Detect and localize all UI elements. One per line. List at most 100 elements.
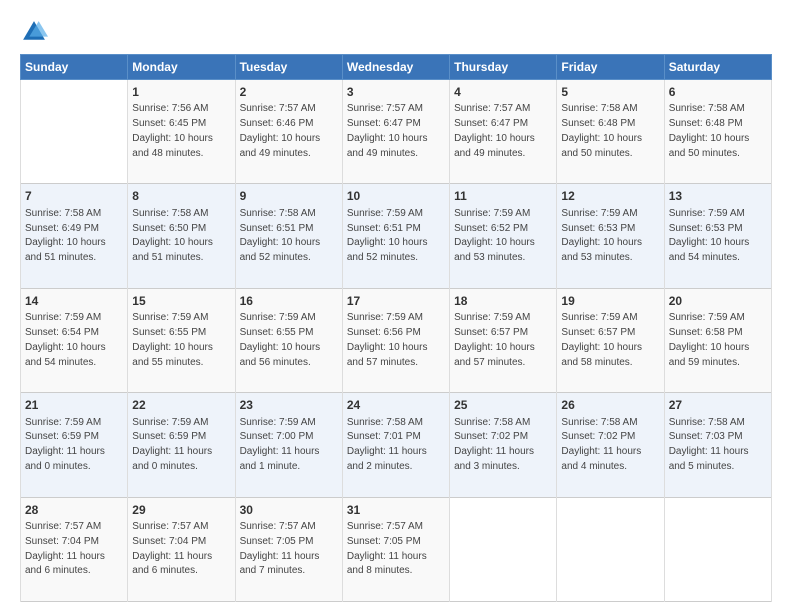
- day-number: 6: [669, 84, 767, 101]
- day-number: 21: [25, 397, 123, 414]
- day-cell: 17 Sunrise: 7:59 AM Sunset: 6:56 PM Dayli…: [342, 288, 449, 392]
- day-info: Sunrise: 7:59 AM Sunset: 6:59 PM Dayligh…: [25, 417, 105, 472]
- day-number: 31: [347, 502, 445, 519]
- header: [20, 18, 772, 46]
- day-number: 3: [347, 84, 445, 101]
- day-info: Sunrise: 7:57 AM Sunset: 7:04 PM Dayligh…: [25, 521, 105, 576]
- day-info: Sunrise: 7:57 AM Sunset: 7:05 PM Dayligh…: [240, 521, 320, 576]
- day-cell: 26 Sunrise: 7:58 AM Sunset: 7:02 PM Dayli…: [557, 393, 664, 497]
- col-header-saturday: Saturday: [664, 55, 771, 80]
- day-number: 24: [347, 397, 445, 414]
- day-number: 12: [561, 188, 659, 205]
- day-cell: 7Sunrise: 7:58 AM Sunset: 6:49 PM Daylig…: [21, 184, 128, 288]
- day-number: 25: [454, 397, 552, 414]
- col-header-sunday: Sunday: [21, 55, 128, 80]
- day-cell: 11 Sunrise: 7:59 AM Sunset: 6:52 PM Dayli…: [450, 184, 557, 288]
- day-cell: 6 Sunrise: 7:58 AM Sunset: 6:48 PM Daylig…: [664, 80, 771, 184]
- day-cell: 9Sunrise: 7:58 AM Sunset: 6:51 PM Daylig…: [235, 184, 342, 288]
- day-number: 11: [454, 188, 552, 205]
- day-number: 17: [347, 293, 445, 310]
- day-info: Sunrise: 7:57 AM Sunset: 7:04 PM Dayligh…: [132, 521, 212, 576]
- day-number: 22: [132, 397, 230, 414]
- day-cell: 15 Sunrise: 7:59 AM Sunset: 6:55 PM Dayli…: [128, 288, 235, 392]
- column-header-row: SundayMondayTuesdayWednesdayThursdayFrid…: [21, 55, 772, 80]
- day-cell: 16Sunrise: 7:59 AM Sunset: 6:55 PM Dayli…: [235, 288, 342, 392]
- day-info: Sunrise: 7:59 AM Sunset: 6:51 PM Dayligh…: [347, 208, 428, 263]
- day-info: Sunrise: 7:58 AM Sunset: 6:48 PM Dayligh…: [669, 103, 750, 158]
- day-info: Sunrise: 7:57 AM Sunset: 6:47 PM Dayligh…: [454, 103, 535, 158]
- day-info: Sunrise: 7:59 AM Sunset: 6:58 PM Dayligh…: [669, 312, 750, 367]
- logo-icon: [20, 18, 48, 46]
- day-number: 30: [240, 502, 338, 519]
- day-number: 5: [561, 84, 659, 101]
- day-cell: 28 Sunrise: 7:57 AM Sunset: 7:04 PM Dayli…: [21, 497, 128, 601]
- day-info: Sunrise: 7:58 AM Sunset: 7:03 PM Dayligh…: [669, 417, 749, 472]
- day-cell: 20 Sunrise: 7:59 AM Sunset: 6:58 PM Dayli…: [664, 288, 771, 392]
- day-number: 4: [454, 84, 552, 101]
- day-number: 28: [25, 502, 123, 519]
- day-cell: 19Sunrise: 7:59 AM Sunset: 6:57 PM Dayli…: [557, 288, 664, 392]
- day-cell: 30 Sunrise: 7:57 AM Sunset: 7:05 PM Dayli…: [235, 497, 342, 601]
- logo: [20, 18, 54, 46]
- day-cell: 25Sunrise: 7:58 AM Sunset: 7:02 PM Dayli…: [450, 393, 557, 497]
- week-row-5: 28 Sunrise: 7:57 AM Sunset: 7:04 PM Dayli…: [21, 497, 772, 601]
- day-cell: 23 Sunrise: 7:59 AM Sunset: 7:00 PM Dayli…: [235, 393, 342, 497]
- day-cell: [21, 80, 128, 184]
- day-cell: 27 Sunrise: 7:58 AM Sunset: 7:03 PM Dayli…: [664, 393, 771, 497]
- day-cell: 8 Sunrise: 7:58 AM Sunset: 6:50 PM Daylig…: [128, 184, 235, 288]
- day-number: 27: [669, 397, 767, 414]
- day-info: Sunrise: 7:57 AM Sunset: 6:47 PM Dayligh…: [347, 103, 428, 158]
- week-row-2: 7Sunrise: 7:58 AM Sunset: 6:49 PM Daylig…: [21, 184, 772, 288]
- day-cell: 3 Sunrise: 7:57 AM Sunset: 6:47 PM Daylig…: [342, 80, 449, 184]
- day-info: Sunrise: 7:59 AM Sunset: 6:55 PM Dayligh…: [132, 312, 213, 367]
- day-number: 13: [669, 188, 767, 205]
- week-row-1: 1 Sunrise: 7:56 AM Sunset: 6:45 PM Daylig…: [21, 80, 772, 184]
- page: SundayMondayTuesdayWednesdayThursdayFrid…: [0, 0, 792, 612]
- day-info: Sunrise: 7:59 AM Sunset: 7:00 PM Dayligh…: [240, 417, 320, 472]
- day-info: Sunrise: 7:58 AM Sunset: 7:02 PM Dayligh…: [561, 417, 641, 472]
- day-number: 7: [25, 188, 123, 205]
- day-info: Sunrise: 7:59 AM Sunset: 6:57 PM Dayligh…: [454, 312, 535, 367]
- day-cell: 21 Sunrise: 7:59 AM Sunset: 6:59 PM Dayli…: [21, 393, 128, 497]
- day-info: Sunrise: 7:58 AM Sunset: 7:01 PM Dayligh…: [347, 417, 427, 472]
- col-header-wednesday: Wednesday: [342, 55, 449, 80]
- day-cell: 29 Sunrise: 7:57 AM Sunset: 7:04 PM Dayli…: [128, 497, 235, 601]
- day-info: Sunrise: 7:57 AM Sunset: 7:05 PM Dayligh…: [347, 521, 427, 576]
- col-header-tuesday: Tuesday: [235, 55, 342, 80]
- day-number: 23: [240, 397, 338, 414]
- day-number: 1: [132, 84, 230, 101]
- col-header-thursday: Thursday: [450, 55, 557, 80]
- day-number: 15: [132, 293, 230, 310]
- col-header-friday: Friday: [557, 55, 664, 80]
- day-cell: 31 Sunrise: 7:57 AM Sunset: 7:05 PM Dayli…: [342, 497, 449, 601]
- day-number: 18: [454, 293, 552, 310]
- day-info: Sunrise: 7:58 AM Sunset: 6:51 PM Dayligh…: [240, 208, 321, 263]
- day-cell: 22 Sunrise: 7:59 AM Sunset: 6:59 PM Dayli…: [128, 393, 235, 497]
- day-number: 8: [132, 188, 230, 205]
- day-info: Sunrise: 7:59 AM Sunset: 6:53 PM Dayligh…: [669, 208, 750, 263]
- day-info: Sunrise: 7:59 AM Sunset: 6:56 PM Dayligh…: [347, 312, 428, 367]
- day-number: 29: [132, 502, 230, 519]
- day-info: Sunrise: 7:59 AM Sunset: 6:52 PM Dayligh…: [454, 208, 535, 263]
- day-cell: 14Sunrise: 7:59 AM Sunset: 6:54 PM Dayli…: [21, 288, 128, 392]
- day-cell: 10 Sunrise: 7:59 AM Sunset: 6:51 PM Dayli…: [342, 184, 449, 288]
- day-number: 10: [347, 188, 445, 205]
- day-number: 19: [561, 293, 659, 310]
- day-info: Sunrise: 7:59 AM Sunset: 6:59 PM Dayligh…: [132, 417, 212, 472]
- day-cell: [664, 497, 771, 601]
- col-header-monday: Monday: [128, 55, 235, 80]
- day-cell: 1 Sunrise: 7:56 AM Sunset: 6:45 PM Daylig…: [128, 80, 235, 184]
- day-cell: 12Sunrise: 7:59 AM Sunset: 6:53 PM Dayli…: [557, 184, 664, 288]
- day-info: Sunrise: 7:58 AM Sunset: 6:48 PM Dayligh…: [561, 103, 642, 158]
- day-info: Sunrise: 7:58 AM Sunset: 6:50 PM Dayligh…: [132, 208, 213, 263]
- day-number: 2: [240, 84, 338, 101]
- day-info: Sunrise: 7:59 AM Sunset: 6:54 PM Dayligh…: [25, 312, 106, 367]
- day-info: Sunrise: 7:56 AM Sunset: 6:45 PM Dayligh…: [132, 103, 213, 158]
- day-cell: 2Sunrise: 7:57 AM Sunset: 6:46 PM Daylig…: [235, 80, 342, 184]
- day-cell: 13 Sunrise: 7:59 AM Sunset: 6:53 PM Dayli…: [664, 184, 771, 288]
- day-cell: 5 Sunrise: 7:58 AM Sunset: 6:48 PM Daylig…: [557, 80, 664, 184]
- day-number: 26: [561, 397, 659, 414]
- day-number: 16: [240, 293, 338, 310]
- week-row-4: 21 Sunrise: 7:59 AM Sunset: 6:59 PM Dayli…: [21, 393, 772, 497]
- day-number: 20: [669, 293, 767, 310]
